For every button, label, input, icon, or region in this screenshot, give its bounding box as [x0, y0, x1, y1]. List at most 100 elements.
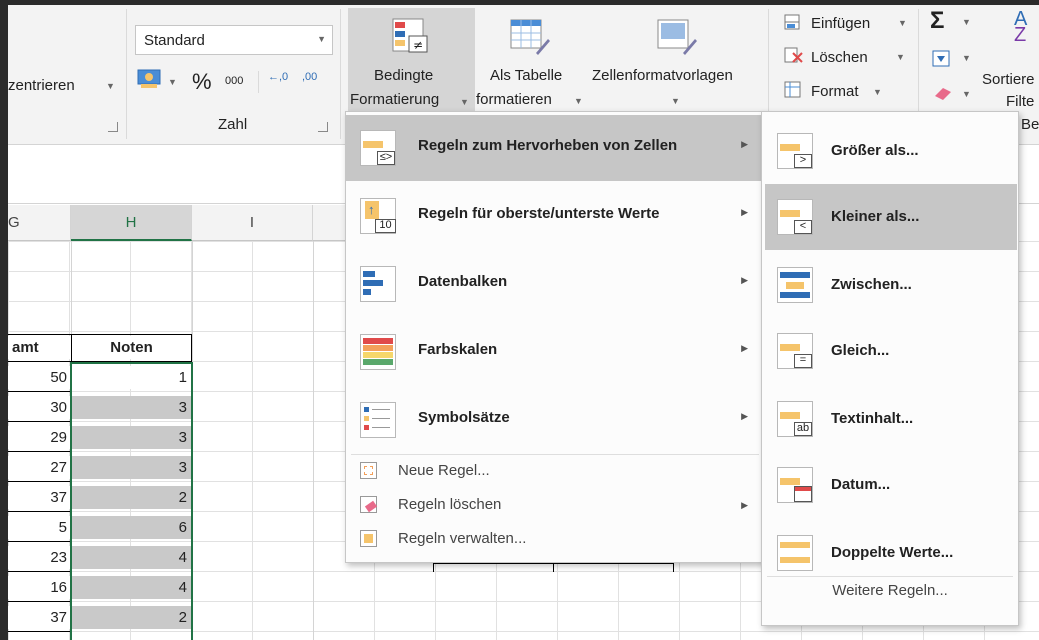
table-border: [8, 421, 71, 422]
table-border: [8, 601, 71, 602]
menu-item-data-bars[interactable]: Datenbalken ▶: [346, 251, 764, 317]
more-rules-link[interactable]: Weitere Regeln...: [762, 582, 1018, 599]
window-frame-left: [0, 0, 8, 640]
menu-item-highlight-cells-rules[interactable]: ≤> Regeln zum Hervorheben von Zellen ▶: [346, 115, 764, 181]
submenu-item-label: Textinhalt...: [831, 410, 914, 427]
submenu-arrow-icon: ▶: [741, 343, 748, 353]
insert-cells-icon: [784, 14, 800, 30]
top-bottom-rules-icon: ↑ 10: [360, 198, 396, 234]
column-header-g[interactable]: G: [8, 205, 71, 241]
chevron-down-icon: ▼: [898, 18, 907, 28]
currency-format-icon[interactable]: [137, 68, 165, 90]
table-cell[interactable]: 23: [8, 546, 71, 569]
menu-item-label: Datenbalken: [418, 273, 508, 290]
format-as-table-icon[interactable]: [510, 19, 550, 57]
duplicate-values-icon: [777, 535, 813, 571]
submenu-item-label: Gleich...: [831, 342, 890, 359]
less-than-icon: <: [777, 199, 813, 235]
insert-button[interactable]: Einfügen: [811, 15, 870, 32]
menu-item-new-rule[interactable]: Neue Regel...: [346, 454, 764, 488]
clear-rules-icon: [360, 496, 378, 513]
equal-to-icon: =: [777, 333, 813, 369]
submenu-item-label: Doppelte Werte...: [831, 544, 954, 561]
highlight-cells-submenu: > Größer als... < Kleiner als... Zwische…: [761, 111, 1019, 626]
thousands-button[interactable]: 000: [225, 75, 243, 87]
number-format-value: Standard: [144, 32, 205, 49]
number-dialog-launcher[interactable]: [318, 122, 328, 132]
table-border: [8, 541, 71, 542]
column-header-i[interactable]: I: [192, 205, 313, 241]
sort-filter-line1[interactable]: Sortiere: [982, 71, 1035, 88]
format-as-table-line2[interactable]: formatieren: [476, 91, 552, 108]
autosum-icon[interactable]: Σ: [930, 7, 944, 35]
menu-item-top-bottom-rules[interactable]: ↑ 10 Regeln für oberste/unterste Werte ▶: [346, 183, 764, 249]
table-cell[interactable]: 37: [8, 486, 71, 509]
merge-center-dropdown[interactable]: ▼: [106, 81, 115, 91]
ribbon-separator: [258, 71, 259, 93]
table-cell[interactable]: 30: [8, 396, 71, 419]
sort-filter-line2[interactable]: Filte: [1006, 93, 1034, 110]
fill-down-icon[interactable]: [932, 50, 952, 68]
cell-styles-icon[interactable]: [657, 19, 697, 57]
cf-label-line2: Formatierung: [350, 91, 440, 108]
format-as-table-line1[interactable]: Als Tabelle: [490, 67, 562, 84]
submenu-item-between[interactable]: Zwischen...: [765, 252, 1017, 318]
menu-item-label: Regeln für oberste/unterste Werte: [418, 205, 660, 222]
table-cell[interactable]: 27: [8, 456, 71, 479]
menu-item-label: Neue Regel...: [398, 462, 490, 479]
decrease-decimal-button[interactable]: ,00: [302, 71, 317, 83]
grid-line: [313, 241, 314, 640]
submenu-item-label: Kleiner als...: [831, 208, 920, 225]
conditional-formatting-button[interactable]: ≠ Bedingte Formatierung ▼: [348, 8, 475, 116]
merge-center-label[interactable]: zentrieren: [8, 77, 75, 94]
between-icon: [777, 267, 813, 303]
table-cell[interactable]: 37: [8, 606, 71, 629]
delete-cells-icon: [784, 47, 803, 63]
text-contains-icon: ab: [777, 401, 813, 437]
chevron-down-icon: ▼: [460, 97, 469, 107]
table-cell[interactable]: 5: [8, 516, 71, 539]
table-border: [8, 451, 71, 452]
submenu-item-label: Datum...: [831, 476, 891, 493]
currency-dropdown[interactable]: ▼: [168, 77, 177, 87]
menu-item-icon-sets[interactable]: Symbolsätze ▶: [346, 387, 764, 453]
table-header-noten[interactable]: Noten: [72, 336, 191, 359]
submenu-arrow-icon: ▶: [741, 275, 748, 285]
menu-item-manage-rules[interactable]: Regeln verwalten...: [346, 522, 764, 556]
sort-az-icon[interactable]: AZ: [1014, 9, 1027, 45]
eraser-icon[interactable]: [932, 84, 954, 102]
percent-button[interactable]: %: [192, 69, 212, 95]
table-cell[interactable]: 16: [8, 576, 71, 599]
calendar-icon: [777, 467, 813, 503]
svg-text:≠: ≠: [413, 38, 423, 52]
alignment-dialog-launcher[interactable]: [108, 122, 118, 132]
table-cell[interactable]: 50: [8, 366, 71, 389]
menu-item-label: Farbskalen: [418, 341, 498, 358]
submenu-item-equal-to[interactable]: = Gleich...: [765, 318, 1017, 384]
table-cell[interactable]: 29: [8, 426, 71, 449]
column-header-blank: [313, 205, 347, 241]
column-header-h[interactable]: H: [71, 205, 192, 241]
menu-item-label: Symbolsätze: [418, 409, 510, 426]
menu-item-clear-rules[interactable]: Regeln löschen ▶: [346, 488, 764, 522]
table-border: [8, 631, 71, 632]
cell-styles-label[interactable]: Zellenformatvorlagen: [592, 67, 733, 84]
delete-button[interactable]: Löschen: [811, 49, 868, 66]
submenu-item-less-than[interactable]: < Kleiner als...: [765, 184, 1017, 250]
conditional-formatting-menu: ≤> Regeln zum Hervorheben von Zellen ▶ ↑…: [345, 111, 765, 563]
submenu-item-label: Zwischen...: [831, 276, 912, 293]
menu-item-color-scales[interactable]: Farbskalen ▶: [346, 319, 764, 385]
chevron-down-icon: ▼: [896, 52, 905, 62]
submenu-arrow-icon: ▶: [741, 500, 748, 510]
selection-outline: [70, 362, 193, 640]
submenu-item-greater-than[interactable]: > Größer als...: [765, 118, 1017, 184]
table-border: [8, 334, 192, 335]
number-format-combo[interactable]: Standard ▼: [135, 25, 333, 55]
submenu-item-date[interactable]: Datum...: [765, 452, 1017, 518]
table-header-cell[interactable]: amt: [8, 336, 71, 359]
format-button[interactable]: Format: [811, 83, 859, 100]
submenu-item-text-contains[interactable]: ab Textinhalt...: [765, 386, 1017, 452]
manage-rules-icon: [360, 530, 377, 547]
menu-item-label: Regeln verwalten...: [398, 530, 527, 547]
increase-decimal-button[interactable]: ←,0: [268, 71, 288, 83]
